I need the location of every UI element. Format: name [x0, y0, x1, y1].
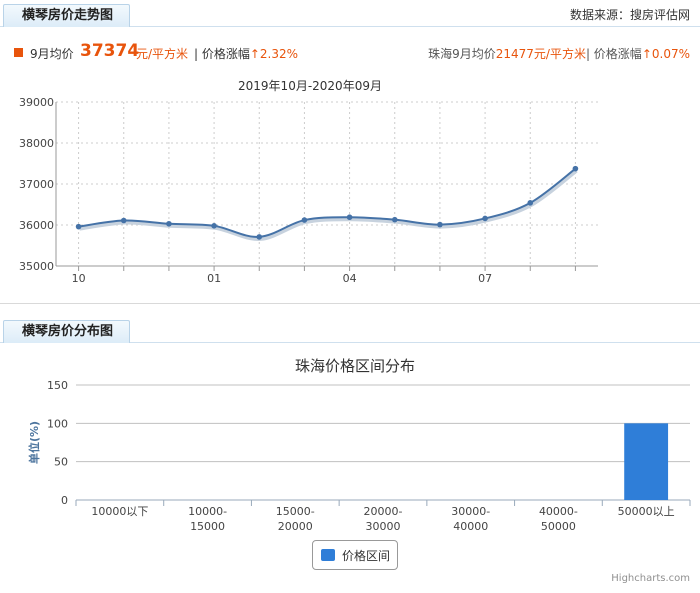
series-line — [78, 167, 577, 238]
change-value: ↑2.32% — [249, 47, 299, 61]
highcharts-credit[interactable]: Highcharts.com — [611, 573, 690, 584]
dist-chart-title: 珠海价格区间分布 — [295, 357, 415, 375]
trend-tabbar: 横琴房价走势图 数据来源：搜房评估网 — [0, 2, 700, 27]
data-point — [75, 223, 82, 230]
city-price: 21477元/平方米 — [495, 47, 586, 61]
city-change-value: ↑0.07% — [641, 47, 690, 61]
legend-swatch — [321, 549, 335, 561]
x-category-label: 15000 — [190, 520, 225, 533]
x-category-label: 30000 — [366, 520, 401, 533]
bar — [624, 423, 669, 500]
data-point — [256, 234, 263, 240]
y-tick-label: 150 — [47, 379, 68, 392]
trend-chart-title: 2019年10月-2020年09月 — [238, 79, 382, 93]
data-point — [391, 216, 398, 223]
trend-tab[interactable]: 横琴房价走势图 — [3, 4, 131, 27]
city-label: 珠海9月均价 — [428, 47, 496, 61]
y-tick-label: 37000 — [19, 178, 54, 191]
data-point — [301, 217, 308, 223]
y-tick-label: 100 — [47, 417, 68, 430]
data-point — [120, 217, 127, 224]
y-tick-label: 0 — [61, 494, 68, 507]
city-change-label: | 价格涨幅 — [585, 47, 642, 61]
y-tick-label: 38000 — [19, 137, 54, 150]
data-point — [482, 215, 488, 222]
x-category-label: 50000 — [541, 520, 576, 533]
x-tick-label: 04 — [343, 272, 357, 285]
x-category-label: 40000 — [453, 520, 488, 533]
price-unit: 元/平方米 — [136, 47, 189, 61]
data-source: 数据来源：搜房评估网 — [569, 8, 690, 22]
price-distribution-chart: 珠海价格区间分布 0 50 100 150 单位(%) 10000以下 10000- 15000… — [27, 357, 691, 533]
y-axis-title: 单位(%) — [27, 421, 41, 464]
month-label: 9月均价 — [30, 47, 74, 61]
x-category-label: 50000以上 — [618, 505, 675, 518]
city-summary: 珠海9月均价21477元/平方米| 价格涨幅↑0.07% — [428, 45, 690, 62]
x-tick-label: 01 — [207, 272, 221, 285]
legend-label: 价格区间 — [342, 549, 391, 563]
data-point — [437, 221, 443, 228]
average-price: 37374 — [80, 41, 140, 61]
orange-square-icon — [14, 48, 23, 57]
x-tick-label: 07 — [478, 272, 492, 285]
x-category-label: 10000- — [188, 505, 227, 518]
x-tick-label: 10 — [72, 272, 86, 285]
change-label: | 价格涨幅 — [194, 47, 250, 61]
data-point — [346, 214, 353, 221]
data-point — [527, 200, 534, 206]
x-category-label: 30000- — [451, 505, 490, 518]
x-category-label: 20000 — [278, 520, 313, 533]
data-point — [211, 223, 217, 229]
dist-tabbar: 横琴房价分布图 — [0, 318, 700, 343]
y-tick-label: 39000 — [19, 96, 54, 109]
section-divider — [0, 303, 700, 304]
x-category-label: 40000- — [539, 505, 578, 518]
chart-legend[interactable]: 价格区间 — [312, 540, 398, 570]
x-category-label: 10000以下 — [91, 505, 148, 518]
y-tick-label: 35000 — [19, 260, 54, 273]
series-shadow — [79, 169, 578, 241]
x-category-label: 15000- — [276, 505, 315, 518]
x-category-label: 20000- — [364, 505, 403, 518]
price-trend-chart: 2019年10月-2020年09月 35000 36000 37000 38000 390… — [19, 79, 598, 285]
y-tick-label: 36000 — [19, 219, 54, 232]
price-summary: 9月均价 37374 元/平方米 | 价格涨幅↑2.32% 珠海9月均价2147… — [0, 41, 700, 64]
price-change: | 价格涨幅↑2.32% — [194, 45, 298, 62]
dist-tab[interactable]: 横琴房价分布图 — [3, 320, 131, 343]
data-point — [572, 165, 579, 172]
data-point — [166, 220, 172, 227]
y-tick-label: 50 — [54, 456, 68, 469]
